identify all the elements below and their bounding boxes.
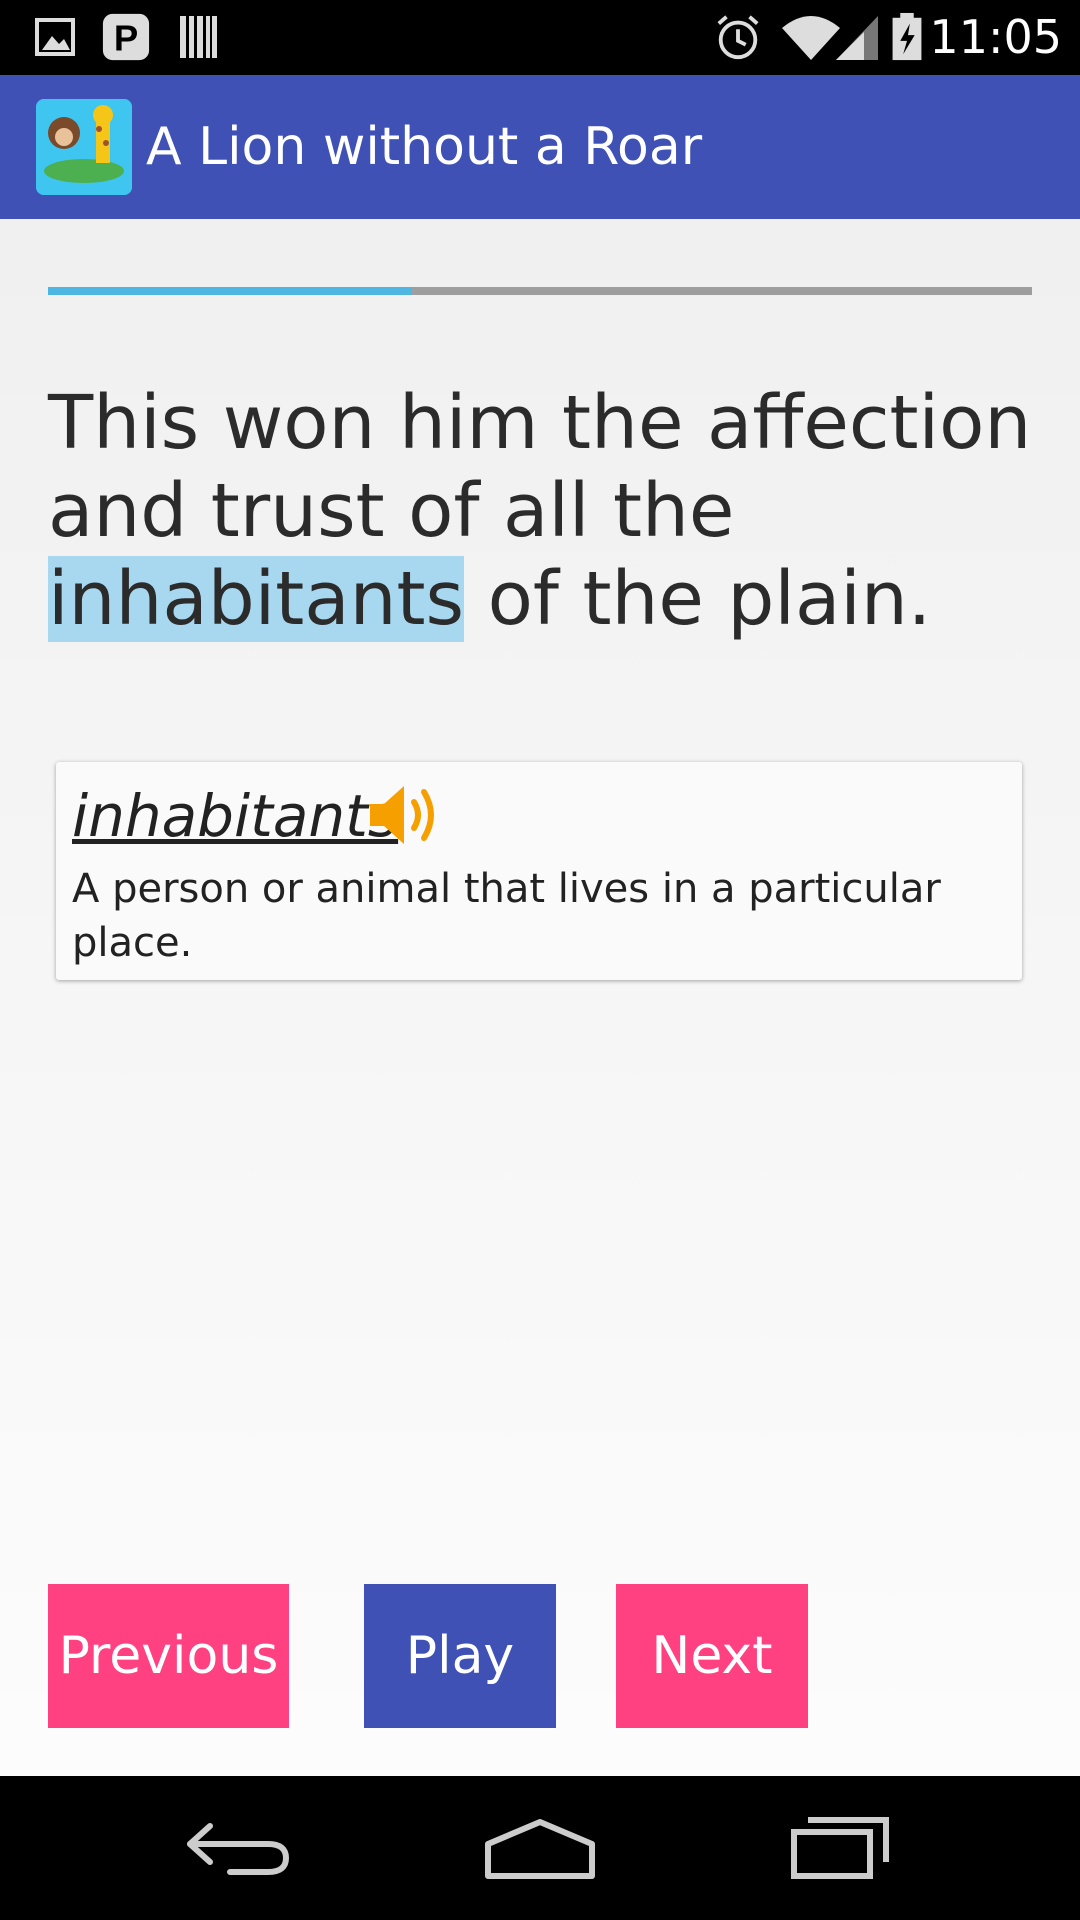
story-sentence: This won him the affection and trust of … — [48, 379, 1038, 643]
clock: 11:05 — [929, 10, 1062, 64]
home-icon[interactable] — [480, 1806, 600, 1886]
status-bar: P 11:05 — [0, 0, 1080, 75]
sentence-text-before: This won him the affection and trust of … — [48, 380, 1032, 554]
svg-text:P: P — [114, 17, 138, 58]
alarm-icon — [717, 15, 759, 60]
progress-fill — [48, 287, 413, 295]
definition-card: inhabitants A person or animal that live… — [56, 762, 1022, 980]
animals-app-icon — [36, 99, 132, 195]
navigation-bar — [0, 1776, 1080, 1920]
progress-bar — [48, 287, 1032, 295]
wifi-icon — [782, 16, 840, 60]
definition-word: inhabitants — [72, 782, 399, 850]
app-title: A Lion without a Roar — [146, 117, 703, 177]
back-icon[interactable] — [180, 1806, 300, 1886]
play-button[interactable]: Play — [364, 1584, 556, 1728]
definition-text: A person or animal that lives in a parti… — [72, 866, 941, 966]
recent-apps-icon[interactable] — [780, 1806, 900, 1886]
p-app-icon: P — [102, 13, 150, 61]
image-icon — [35, 18, 75, 56]
sentence-text-after: of the plain. — [464, 556, 932, 642]
signal-icon — [836, 16, 878, 60]
next-button[interactable]: Next — [616, 1584, 808, 1728]
previous-button[interactable]: Previous — [48, 1584, 289, 1728]
speaker-icon[interactable] — [366, 780, 446, 850]
highlighted-word[interactable]: inhabitants — [48, 556, 465, 642]
app-bar: A Lion without a Roar — [0, 75, 1080, 219]
barcode-icon — [180, 16, 217, 58]
story-content: This won him the affection and trust of … — [0, 219, 1080, 1776]
battery-icon — [892, 12, 922, 61]
